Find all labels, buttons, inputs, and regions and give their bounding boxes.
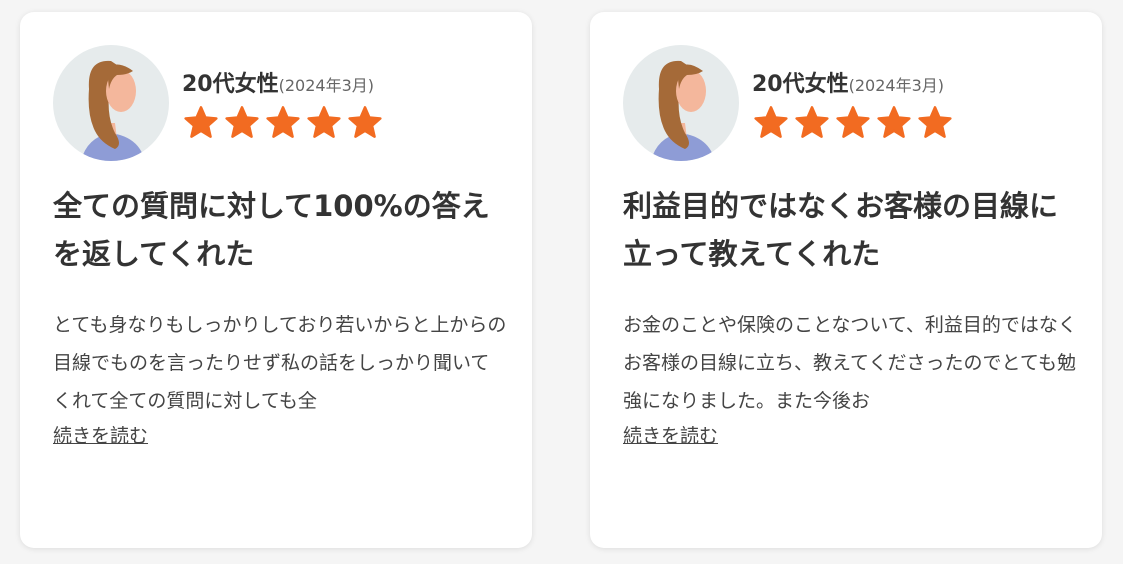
review-body: とても身なりもしっかりしており若いからと上からの目線でものを言ったりせず私の話を… xyxy=(53,314,507,412)
read-more-link[interactable]: 続きを読む xyxy=(53,417,148,455)
star-icon xyxy=(918,106,952,138)
review-title: 利益目的ではなくお客様の目線に立って教えてくれた xyxy=(623,189,1059,271)
woman-avatar-icon xyxy=(623,45,739,161)
star-icon xyxy=(754,106,788,138)
review-title: 全ての質問に対して100%の答えを返してくれた xyxy=(53,189,490,271)
read-more-link[interactable]: 続きを読む xyxy=(623,417,718,455)
star-icon xyxy=(348,106,382,138)
star-icon xyxy=(307,106,341,138)
review-card: 20代女性(2024年3月) 全ての質問に対して100%の答えを返してくれた と… xyxy=(20,12,532,548)
star-icon xyxy=(795,106,829,138)
star-icon xyxy=(266,106,300,138)
star-rating xyxy=(182,105,384,141)
review-body: お金のことや保険のことなついて、利益目的ではなくお客様の目線に立ち、教えてくださ… xyxy=(623,314,1077,412)
star-icon xyxy=(836,106,870,138)
star-icon xyxy=(877,106,911,138)
star-icon xyxy=(225,106,259,138)
reviewer-label: 20代女性 xyxy=(752,72,849,97)
woman-avatar-icon xyxy=(53,45,169,161)
reviewer-label: 20代女性 xyxy=(182,72,279,97)
star-icon xyxy=(184,106,218,138)
review-date: (2024年3月) xyxy=(848,76,945,95)
reviewer-meta: 20代女性(2024年3月) xyxy=(752,66,944,98)
star-rating xyxy=(752,105,954,141)
review-date: (2024年3月) xyxy=(278,76,375,95)
reviewer-meta: 20代女性(2024年3月) xyxy=(182,66,374,98)
review-card: 20代女性(2024年3月) 利益目的ではなくお客様の目線に立って教えてくれた … xyxy=(590,12,1102,548)
